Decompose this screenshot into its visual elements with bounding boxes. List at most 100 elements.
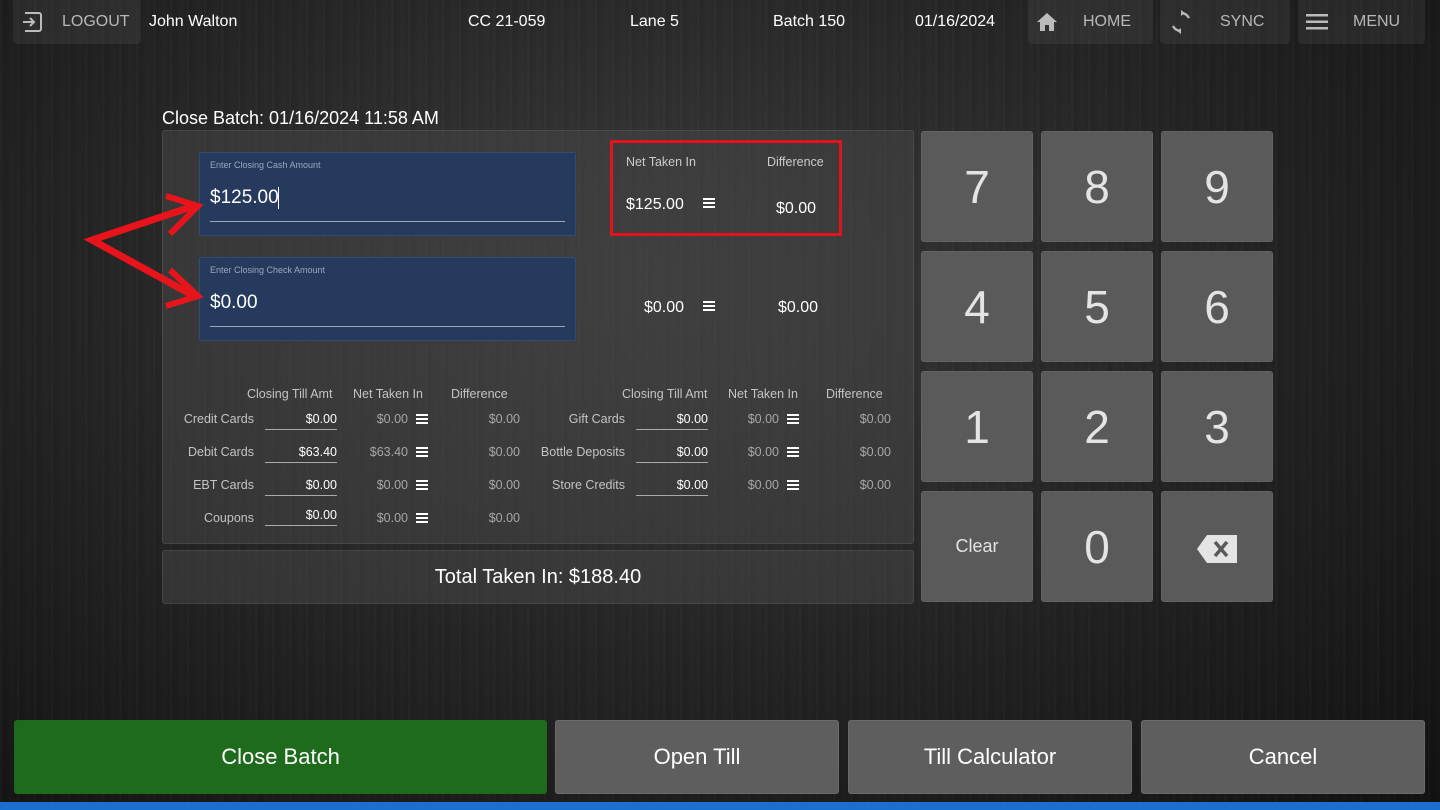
clear-button[interactable]: Clear xyxy=(921,491,1033,602)
closing-underline xyxy=(636,495,708,496)
home-button[interactable]: HOME xyxy=(1028,0,1153,44)
right-net-header: Net Taken In xyxy=(728,387,798,401)
closing-underline xyxy=(636,429,708,430)
closing-cash-underline xyxy=(210,221,565,222)
key-4[interactable]: 4 xyxy=(921,251,1033,362)
key-6[interactable]: 6 xyxy=(1161,251,1273,362)
row-label: Coupons xyxy=(203,511,254,525)
detail-list-icon[interactable] xyxy=(787,447,799,457)
closing-amount[interactable]: $0.00 xyxy=(677,478,708,492)
detail-list-icon[interactable] xyxy=(416,480,428,490)
logout-button[interactable]: LOGOUT xyxy=(13,0,141,44)
sync-button[interactable]: SYNC xyxy=(1160,0,1290,44)
net-taken-header: Net Taken In xyxy=(626,155,696,169)
net-amount: $0.00 xyxy=(376,511,408,525)
closing-underline xyxy=(265,429,337,430)
close-batch-button[interactable]: Close Batch xyxy=(14,720,547,794)
text-cursor xyxy=(278,187,279,209)
cash-net-taken: $125.00 xyxy=(626,196,684,213)
closing-cash-input[interactable]: Enter Closing Cash Amount $125.00 xyxy=(199,152,576,236)
open-till-button[interactable]: Open Till xyxy=(555,720,839,794)
cash-difference: $0.00 xyxy=(776,200,817,217)
closing-amount[interactable]: $0.00 xyxy=(677,412,708,426)
closing-check-input[interactable]: Enter Closing Check Amount $0.00 xyxy=(199,257,576,341)
sync-label: SYNC xyxy=(1220,13,1265,30)
row-label: Bottle Deposits xyxy=(540,445,625,459)
row-label: Store Credits xyxy=(552,478,625,492)
total-taken-in: Total Taken In: $188.40 xyxy=(434,565,642,588)
closing-cash-placeholder: Enter Closing Cash Amount xyxy=(210,160,321,170)
row-label: Debit Cards xyxy=(188,445,254,459)
detail-list-icon[interactable] xyxy=(416,447,428,457)
net-amount: $0.00 xyxy=(376,412,408,426)
lane-label: Lane 5 xyxy=(630,13,679,30)
closing-amount[interactable]: $0.00 xyxy=(306,508,337,522)
home-icon xyxy=(1035,10,1059,39)
store-code: CC 21-059 xyxy=(468,13,546,30)
logout-icon xyxy=(21,10,45,39)
closing-check-placeholder: Enter Closing Check Amount xyxy=(210,265,326,275)
row-label: Credit Cards xyxy=(183,412,254,426)
net-amount: $0.00 xyxy=(747,445,779,459)
closing-underline xyxy=(265,525,337,526)
sync-icon xyxy=(1169,9,1193,40)
closing-amount[interactable]: $63.40 xyxy=(299,445,337,459)
diff-amount: $0.00 xyxy=(859,445,891,459)
backspace-icon xyxy=(1197,520,1237,574)
check-net-taken: $0.00 xyxy=(644,299,685,316)
net-amount: $0.00 xyxy=(376,478,408,492)
detail-list-icon[interactable] xyxy=(416,414,428,424)
detail-list-icon[interactable] xyxy=(416,513,428,523)
check-difference: $0.00 xyxy=(778,299,819,316)
key-9[interactable]: 9 xyxy=(1161,131,1273,242)
closing-cash-value: $125.00 xyxy=(210,187,279,208)
row-label: Gift Cards xyxy=(568,412,625,426)
page-title: Close Batch: 01/16/2024 11:58 AM xyxy=(162,108,439,128)
key-2[interactable]: 2 xyxy=(1041,371,1153,482)
cash-detail-list-icon[interactable] xyxy=(703,198,715,208)
till-calculator-button[interactable]: Till Calculator xyxy=(848,720,1132,794)
difference-header: Difference xyxy=(767,155,824,169)
key-1[interactable]: 1 xyxy=(921,371,1033,482)
diff-amount: $0.00 xyxy=(488,511,520,525)
detail-list-icon[interactable] xyxy=(787,414,799,424)
detail-list-icon[interactable] xyxy=(787,480,799,490)
date-label: 01/16/2024 xyxy=(915,13,996,30)
home-label: HOME xyxy=(1083,13,1131,30)
left-diff-header: Difference xyxy=(451,387,508,401)
net-amount: $0.00 xyxy=(747,412,779,426)
diff-amount: $0.00 xyxy=(488,412,520,426)
menu-button[interactable]: MENU xyxy=(1298,0,1425,44)
closing-underline xyxy=(265,462,337,463)
net-amount: $0.00 xyxy=(747,478,779,492)
key-8[interactable]: 8 xyxy=(1041,131,1153,242)
closing-check-value: $0.00 xyxy=(210,292,258,313)
diff-amount: $0.00 xyxy=(859,412,891,426)
menu-label: MENU xyxy=(1353,13,1401,30)
net-amount: $63.40 xyxy=(369,445,408,459)
left-closing-header: Closing Till Amt xyxy=(247,387,333,401)
left-net-header: Net Taken In xyxy=(353,387,423,401)
right-diff-header: Difference xyxy=(826,387,883,401)
diff-amount: $0.00 xyxy=(488,445,520,459)
user-name: John Walton xyxy=(149,13,238,30)
key-3[interactable]: 3 xyxy=(1161,371,1273,482)
key-0[interactable]: 0 xyxy=(1041,491,1153,602)
closing-underline xyxy=(265,495,337,496)
closing-amount[interactable]: $0.00 xyxy=(677,445,708,459)
closing-amount[interactable]: $0.00 xyxy=(306,412,337,426)
annotation-arrows xyxy=(83,193,204,309)
diff-amount: $0.00 xyxy=(859,478,891,492)
key-5[interactable]: 5 xyxy=(1041,251,1153,362)
closing-check-underline xyxy=(210,326,565,327)
menu-icon xyxy=(1306,13,1328,36)
taskbar-strip xyxy=(0,802,1440,810)
check-detail-list-icon[interactable] xyxy=(703,301,715,311)
key-7[interactable]: 7 xyxy=(921,131,1033,242)
closing-amount[interactable]: $0.00 xyxy=(306,478,337,492)
right-closing-header: Closing Till Amt xyxy=(622,387,708,401)
diff-amount: $0.00 xyxy=(488,478,520,492)
backspace-button[interactable] xyxy=(1161,491,1273,602)
closing-underline xyxy=(636,462,708,463)
cancel-button[interactable]: Cancel xyxy=(1141,720,1425,794)
